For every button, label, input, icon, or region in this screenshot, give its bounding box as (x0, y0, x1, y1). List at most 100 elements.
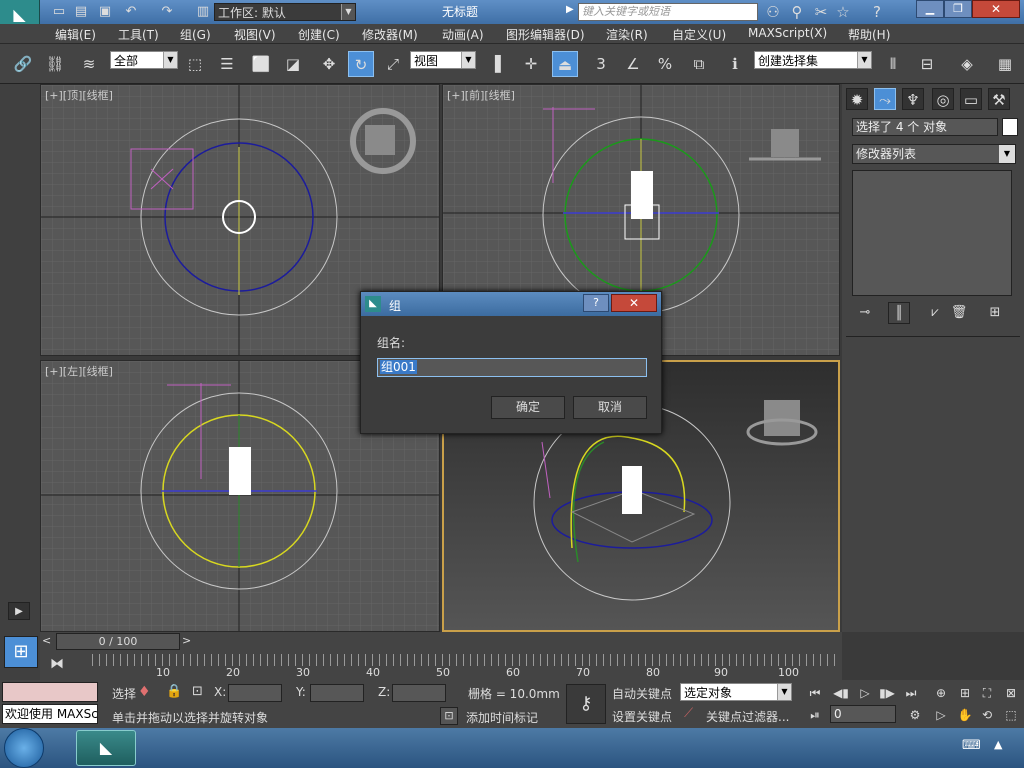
undo-icon[interactable]: ↶ (120, 1, 142, 23)
remove-modifier-icon[interactable]: 🗑 (948, 302, 970, 324)
group-name-input[interactable]: 组001 (377, 358, 647, 377)
star-icon[interactable]: ☆ (832, 1, 854, 23)
set-key-button[interactable]: 设置关键点 (612, 708, 672, 725)
field-of-view-icon[interactable]: ▷ (930, 704, 952, 726)
menu-modifiers[interactable]: 修改器(M) (362, 26, 418, 43)
absolute-mode-icon[interactable]: ⊡ (192, 684, 203, 699)
workspace-dropdown[interactable]: 工作区: 默认 ▼ (214, 3, 356, 21)
layer-manager-icon[interactable]: ◈ (956, 53, 978, 75)
y-coord-field[interactable] (310, 684, 364, 702)
time-config-icon[interactable]: ⚙ (904, 704, 926, 726)
go-to-start-icon[interactable]: ⏮ (804, 682, 826, 704)
lock-selection-icon[interactable]: 🔒 (166, 684, 182, 699)
modifier-stack[interactable] (852, 170, 1012, 296)
modify-tab-icon[interactable]: ⤳ (874, 88, 896, 110)
keyboard-shortcut-icon[interactable]: ⏏ (552, 51, 578, 77)
menu-graph-editors[interactable]: 图形编辑器(D) (506, 26, 585, 43)
rotate-icon[interactable]: ↻ (348, 51, 374, 77)
go-to-end-icon[interactable]: ⏭ (900, 682, 922, 704)
reference-coord-dropdown[interactable]: 视图 ▼ (410, 51, 476, 69)
link-icon[interactable]: 🔗 (12, 53, 34, 75)
angle-snap-icon[interactable]: ∠ (622, 53, 644, 75)
key-mode-icon[interactable]: ⏯ (804, 704, 826, 726)
percent-snap-icon[interactable]: % (654, 53, 676, 75)
move-icon[interactable]: ✥ (318, 53, 340, 75)
unlink-icon[interactable]: ⛓ (44, 53, 66, 75)
x-coord-field[interactable] (228, 684, 282, 702)
next-frame-icon[interactable]: ▮▶ (876, 682, 898, 704)
scale-icon[interactable]: ⤢ (382, 53, 404, 75)
dialog-close-button[interactable]: ✕ (611, 294, 657, 312)
menu-tools[interactable]: 工具(T) (118, 26, 159, 43)
motion-tab-icon[interactable]: ◎ (932, 88, 954, 110)
save-icon[interactable]: ▣ (94, 1, 116, 23)
select-object-icon[interactable]: ⬚ (184, 53, 206, 75)
close-button[interactable]: ✕ (972, 0, 1020, 18)
dialog-titlebar[interactable]: ◣ 组 ? ✕ (361, 292, 661, 316)
set-key-mode-button[interactable]: ⚷ (566, 684, 606, 724)
zoom-icon[interactable]: ⊕ (930, 682, 952, 704)
configure-sets-icon[interactable]: ⊞ (984, 302, 1006, 324)
select-by-name-icon[interactable]: ☰ (216, 53, 238, 75)
time-slider-thumb[interactable]: 0 / 100 (56, 633, 180, 650)
create-tab-icon[interactable]: ✹ (846, 88, 868, 110)
expand-panel-icon[interactable]: ▶ (8, 602, 30, 620)
curve-editor-icon[interactable]: ⧓ (50, 656, 64, 672)
key-filter-curve-icon[interactable]: ⟋ (684, 706, 693, 721)
bind-space-warp-icon[interactable]: ≋ (78, 53, 100, 75)
make-unique-icon[interactable]: ⩗ (924, 302, 946, 324)
mirror-icon[interactable]: ⫴ (882, 53, 904, 75)
key-icon[interactable]: ⚲ (786, 1, 808, 23)
viewport-left-label[interactable]: [+][左][线框] (45, 363, 113, 379)
selection-name-field[interactable]: 选择了 4 个 对象 (852, 118, 998, 136)
tray-arrow-icon[interactable]: ▲ (994, 738, 1002, 751)
key-filters-button[interactable]: 关键点过滤器... (706, 708, 789, 725)
maxscript-listener-white[interactable]: 欢迎使用 MAXSc (2, 704, 98, 724)
prev-frame-icon[interactable]: ◀▮ (830, 682, 852, 704)
manipulate-icon[interactable]: ✛ (520, 53, 542, 75)
track-bar[interactable]: ⧓ 10 20 30 40 50 60 70 80 90 100 (40, 652, 842, 680)
menu-edit[interactable]: 编辑(E) (55, 26, 96, 43)
key-target-dropdown[interactable]: 选定对象 ▼ (680, 683, 792, 701)
viewport-top-label[interactable]: [+][顶][线框] (45, 87, 113, 103)
edit-named-selection-icon[interactable]: ℹ (724, 53, 746, 75)
dialog-help-button[interactable]: ? (583, 294, 609, 312)
current-frame-field[interactable]: 0 (830, 705, 896, 723)
snap-toggle-icon[interactable]: 3 (590, 53, 612, 75)
maximize-viewport-icon[interactable]: ⬚ (1000, 704, 1022, 726)
zoom-all-icon[interactable]: ⊞ (954, 682, 976, 704)
menu-help[interactable]: 帮助(H) (848, 26, 890, 43)
menu-animation[interactable]: 动画(A) (442, 26, 484, 43)
tools-icon[interactable]: ✂ (810, 1, 832, 23)
menu-customize[interactable]: 自定义(U) (672, 26, 726, 43)
play-icon[interactable]: ▷ (854, 682, 876, 704)
viewport-front-label[interactable]: [+][前][线框] (447, 87, 515, 103)
menu-maxscript[interactable]: MAXScript(X) (748, 26, 827, 40)
z-coord-field[interactable] (392, 684, 446, 702)
graphite-tools-icon[interactable]: ▦ (994, 53, 1016, 75)
auto-key-button[interactable]: 自动关键点 (612, 685, 672, 702)
spinner-snap-icon[interactable]: ⧉ (688, 53, 710, 75)
menu-rendering[interactable]: 渲染(R) (606, 26, 648, 43)
named-selection-dropdown[interactable]: 创建选择集 ▼ (754, 51, 872, 69)
add-time-tag-icon[interactable]: ⊡ (440, 707, 458, 725)
menu-view[interactable]: 视图(V) (234, 26, 276, 43)
menu-group[interactable]: 组(G) (180, 26, 211, 43)
search-input[interactable]: 键入关键字或短语 (578, 3, 758, 21)
hierarchy-tab-icon[interactable]: ♆ (902, 88, 924, 110)
open-icon[interactable]: ▤ (70, 1, 92, 23)
time-slider-next-button[interactable]: > (182, 634, 196, 650)
binoculars-icon[interactable]: ⚇ (762, 1, 784, 23)
taskbar-app-3dsmax[interactable]: ◣ (76, 730, 136, 766)
object-color-swatch[interactable] (1002, 118, 1018, 136)
minimize-button[interactable]: ▁ (916, 0, 944, 18)
ok-button[interactable]: 确定 (491, 396, 565, 419)
time-slider[interactable]: < 0 / 100 > (40, 632, 842, 652)
window-crossing-icon[interactable]: ◪ (282, 53, 304, 75)
cancel-button[interactable]: 取消 (573, 396, 647, 419)
new-icon[interactable]: ▭ (48, 1, 70, 23)
rect-selection-icon[interactable]: ⬜ (250, 53, 272, 75)
isolate-icon[interactable]: ♦ (138, 684, 151, 700)
align-icon[interactable]: ⊟ (916, 53, 938, 75)
orbit-icon[interactable]: ⟲ (976, 704, 998, 726)
